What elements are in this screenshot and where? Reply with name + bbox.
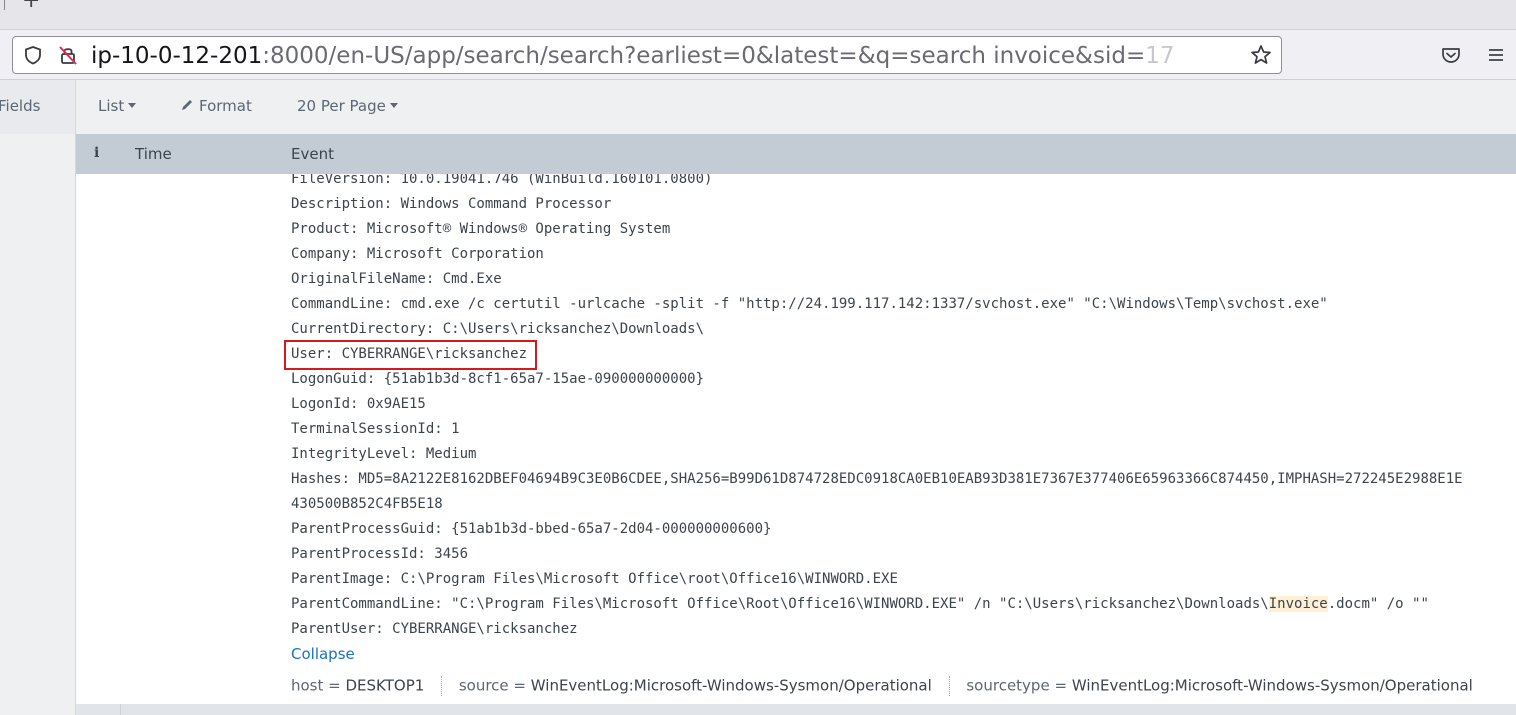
- bookmark-star-icon[interactable]: [1249, 43, 1273, 67]
- parent-cmd-text-end: .docm" /o "": [1327, 596, 1429, 612]
- host-value[interactable]: DESKTOP1: [346, 677, 425, 695]
- host-key: host =: [291, 676, 341, 695]
- search-term-highlight: Invoice: [1268, 596, 1328, 612]
- event-line: Company: Microsoft Corporation: [291, 246, 544, 262]
- format-button[interactable]: Format: [180, 97, 252, 115]
- url-host: ip-10-0-12-201: [91, 43, 263, 69]
- event-line: FileVersion: 10.0.19041.746 (WinBuild.16…: [291, 174, 713, 187]
- event-line-parent-cmd: ParentCommandLine: "C:\Program Files\Mic…: [291, 595, 1429, 613]
- new-tab-button[interactable]: +: [22, 0, 40, 13]
- sourcetype-value[interactable]: WinEventLog:Microsoft-Windows-Sysmon/Ope…: [1072, 677, 1473, 695]
- event-line: LogonId: 0x9AE15: [291, 396, 426, 412]
- event-line: IntegrityLevel: Medium: [291, 446, 477, 462]
- event-line: Hashes: MD5=8A2122E8162DBEF04694B9C3E0B6…: [291, 471, 1463, 487]
- tab-separator: [4, 0, 5, 10]
- event-line: Product: Microsoft® Windows® Operating S…: [291, 221, 671, 237]
- event-line: ParentUser: CYBERRANGE\ricksanchez: [291, 621, 578, 637]
- url-bar[interactable]: ip-10-0-12-201:8000/en-US/app/search/sea…: [12, 36, 1282, 74]
- user-highlight-box: [284, 340, 537, 370]
- meta-divider: [441, 676, 443, 696]
- browser-navbar: ip-10-0-12-201:8000/en-US/app/search/sea…: [0, 30, 1516, 80]
- time-column-header[interactable]: Time: [135, 145, 172, 163]
- event-line: ParentProcessGuid: {51ab1b3d-bbed-65a7-2…: [291, 521, 772, 537]
- fields-label: Fields: [0, 97, 41, 115]
- event-metadata: host = DESKTOP1 source = WinEventLog:Mic…: [291, 676, 1473, 696]
- event-line: ParentProcessId: 3456: [291, 546, 469, 562]
- fields-sidebar-tab[interactable]: Fields: [0, 80, 76, 134]
- results-table-header: i Time Event: [76, 134, 1516, 174]
- results-footer: [76, 704, 1516, 715]
- event-line: 430500B852C4FB5E18: [291, 496, 443, 512]
- source-value[interactable]: WinEventLog:Microsoft-Windows-Sysmon/Ope…: [531, 677, 932, 695]
- list-label: List: [98, 97, 125, 115]
- hamburger-menu-icon[interactable]: [1486, 45, 1506, 65]
- parent-cmd-text: ParentCommandLine: "C:\Program Files\Mic…: [291, 596, 1269, 612]
- event-column-header: Event: [291, 145, 334, 163]
- collapse-link[interactable]: Collapse: [291, 645, 355, 663]
- event-line: TerminalSessionId: 1: [291, 421, 460, 437]
- per-page-label: 20 Per Page: [297, 97, 386, 115]
- event-line: CommandLine: cmd.exe /c certutil -urlcac…: [291, 296, 1328, 312]
- left-gutter: [0, 134, 76, 715]
- url-overflow: 17: [1145, 43, 1175, 69]
- sourcetype-key: sourcetype =: [966, 676, 1068, 695]
- info-column-header: i: [94, 145, 100, 161]
- event-line: ParentImage: C:\Program Files\Microsoft …: [291, 571, 898, 587]
- url-text[interactable]: ip-10-0-12-201:8000/en-US/app/search/sea…: [91, 41, 1241, 71]
- event-line: CurrentDirectory: C:\Users\ricksanchez\D…: [291, 321, 705, 337]
- results-toolbar: Fields List Format 20 Per Page: [0, 80, 1516, 134]
- list-dropdown[interactable]: List: [98, 97, 137, 115]
- shield-icon[interactable]: [23, 45, 43, 65]
- insecure-lock-icon[interactable]: [57, 44, 79, 66]
- meta-divider: [948, 676, 950, 696]
- url-path: :8000/en-US/app/search/search?earliest=0…: [262, 43, 1146, 69]
- event-line: OriginalFileName: Cmd.Exe: [291, 271, 502, 287]
- per-page-dropdown[interactable]: 20 Per Page: [297, 97, 398, 115]
- source-key: source =: [458, 676, 526, 695]
- pencil-icon: [182, 100, 192, 110]
- pocket-icon[interactable]: [1440, 44, 1462, 66]
- footer-divider: [120, 704, 121, 715]
- event-line: Description: Windows Command Processor: [291, 196, 612, 212]
- event-detail: FileVersion: 10.0.19041.746 (WinBuild.16…: [76, 174, 1516, 704]
- format-label: Format: [199, 97, 252, 115]
- chevron-down-icon: [128, 102, 137, 108]
- chevron-down-icon: [389, 102, 398, 108]
- event-line: LogonGuid: {51ab1b3d-8cf1-65a7-15ae-0900…: [291, 371, 705, 387]
- tab-strip: +: [0, 0, 1516, 30]
